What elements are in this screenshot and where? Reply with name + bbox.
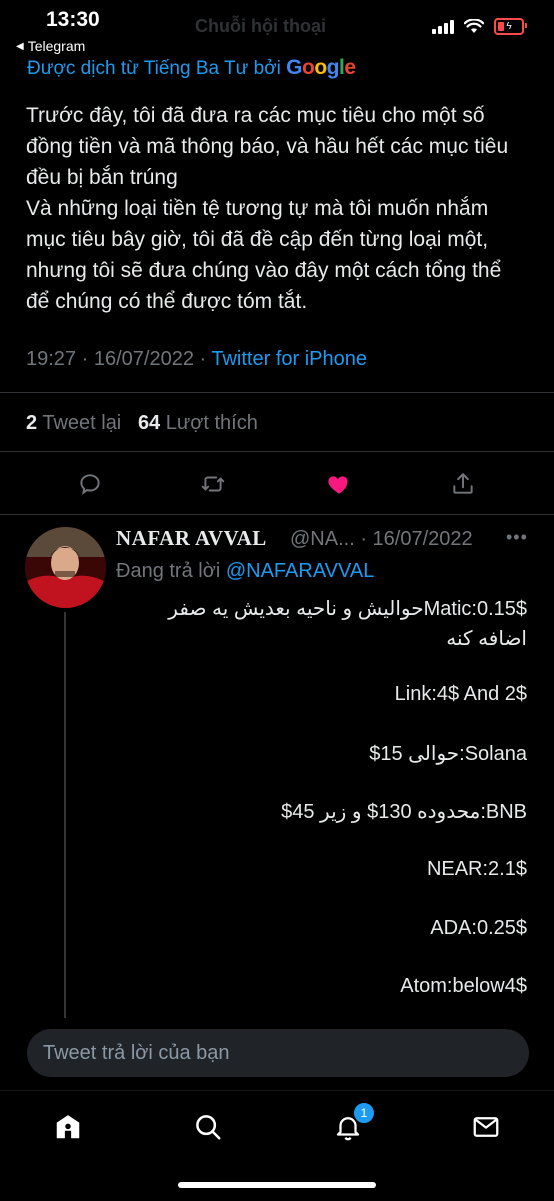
reply-input[interactable] <box>27 1029 529 1077</box>
reply-icon <box>80 474 100 495</box>
reply-line: Matic:0.15$حوالیش و ناحیه بعدیش یه صفر <box>168 598 527 620</box>
home-indicator <box>178 1182 376 1188</box>
tweet-date: 16/07/2022 <box>93 348 194 370</box>
nav-notifications[interactable]: 1 <box>326 1101 376 1149</box>
home-icon <box>56 1115 80 1139</box>
reply-handle-date: @NA... · 16/07/2022 <box>290 528 473 551</box>
wifi-icon <box>464 19 484 33</box>
reply-line: BNB:محدوده 130$ و زیر 45$ <box>281 801 527 823</box>
likes-label: Lượt thích <box>165 412 258 434</box>
reply-author-name[interactable]: NAFAR AVVAL <box>116 526 267 551</box>
reply-button[interactable] <box>70 462 110 506</box>
battery-icon: ϟ <box>494 18 527 35</box>
tweet-meta: 19:27 · 16/07/2022 · Twitter for iPhone <box>26 348 367 370</box>
retweets-label: Tweet lại <box>42 412 122 434</box>
back-triangle-icon: ◀ <box>16 40 24 52</box>
reply-line: Solana:حوالی 15$ <box>369 743 527 765</box>
likes-count: 64 <box>137 412 161 434</box>
retweet-icon <box>201 476 225 492</box>
nav-messages[interactable] <box>464 1105 508 1149</box>
avatar[interactable] <box>25 527 106 608</box>
search-icon <box>196 1115 221 1140</box>
translated-label: Được dịch từ Tiếng Ba Tư bởi <box>27 58 281 79</box>
tweet-actions <box>0 462 554 506</box>
status-icons: ϟ <box>432 18 527 35</box>
retweets-count: 2 <box>26 412 38 434</box>
replying-to-handle[interactable]: @NAFARAVVAL <box>226 560 375 582</box>
retweet-button[interactable] <box>193 462 233 506</box>
divider <box>0 514 554 515</box>
reply-handle: @NA... <box>290 528 355 550</box>
back-app-label: Telegram <box>27 38 86 54</box>
reply-line: ADA:0.25$ <box>430 917 527 939</box>
replying-to-label: Đang trả lời <box>116 560 221 582</box>
replying-to: Đang trả lời @NAFARAVVAL <box>116 560 374 583</box>
reply-date: · 16/07/2022 <box>360 528 473 550</box>
reply-line: NEAR:2.1$ <box>426 858 527 880</box>
avatar-image <box>25 527 106 608</box>
heart-filled-icon <box>328 476 348 494</box>
tweet-stats: 2 Tweet lại 64 Lượt thích <box>26 412 258 435</box>
tweet-time: 19:27 <box>26 348 77 370</box>
tweet-source-link[interactable]: Twitter for iPhone <box>211 348 367 370</box>
tweet-text: Trước đây, tôi đã đưa ra các mục tiêu ch… <box>26 104 509 313</box>
nav-search[interactable] <box>186 1105 230 1149</box>
divider <box>0 451 554 452</box>
nav-home[interactable] <box>46 1105 90 1149</box>
retweets-stat[interactable]: 2 Tweet lại <box>26 412 121 434</box>
cellular-signal-icon <box>432 19 454 34</box>
reply-line: Atom:below4$ <box>400 975 527 997</box>
google-logo: Google <box>286 56 356 79</box>
divider <box>0 392 554 393</box>
thread-line <box>64 612 66 1022</box>
reply-line: اضافه کنه <box>446 628 527 650</box>
status-time: 13:30 <box>46 8 100 31</box>
share-button[interactable] <box>443 462 483 506</box>
likes-stat[interactable]: 64 Lượt thích <box>138 412 258 434</box>
notification-badge: 1 <box>352 1101 376 1125</box>
like-button[interactable] <box>319 462 359 506</box>
more-options-icon[interactable]: ••• <box>506 527 528 548</box>
mail-icon <box>473 1117 499 1137</box>
reply-line: Link:4$ And 2$ <box>394 683 527 705</box>
header-title: Chuỗi hội thoại <box>195 16 326 36</box>
back-to-app-link[interactable]: ◀ Telegram <box>16 38 85 54</box>
translated-by-line[interactable]: Được dịch từ Tiếng Ba Tư bởi Google <box>27 56 356 80</box>
share-icon <box>453 473 473 494</box>
